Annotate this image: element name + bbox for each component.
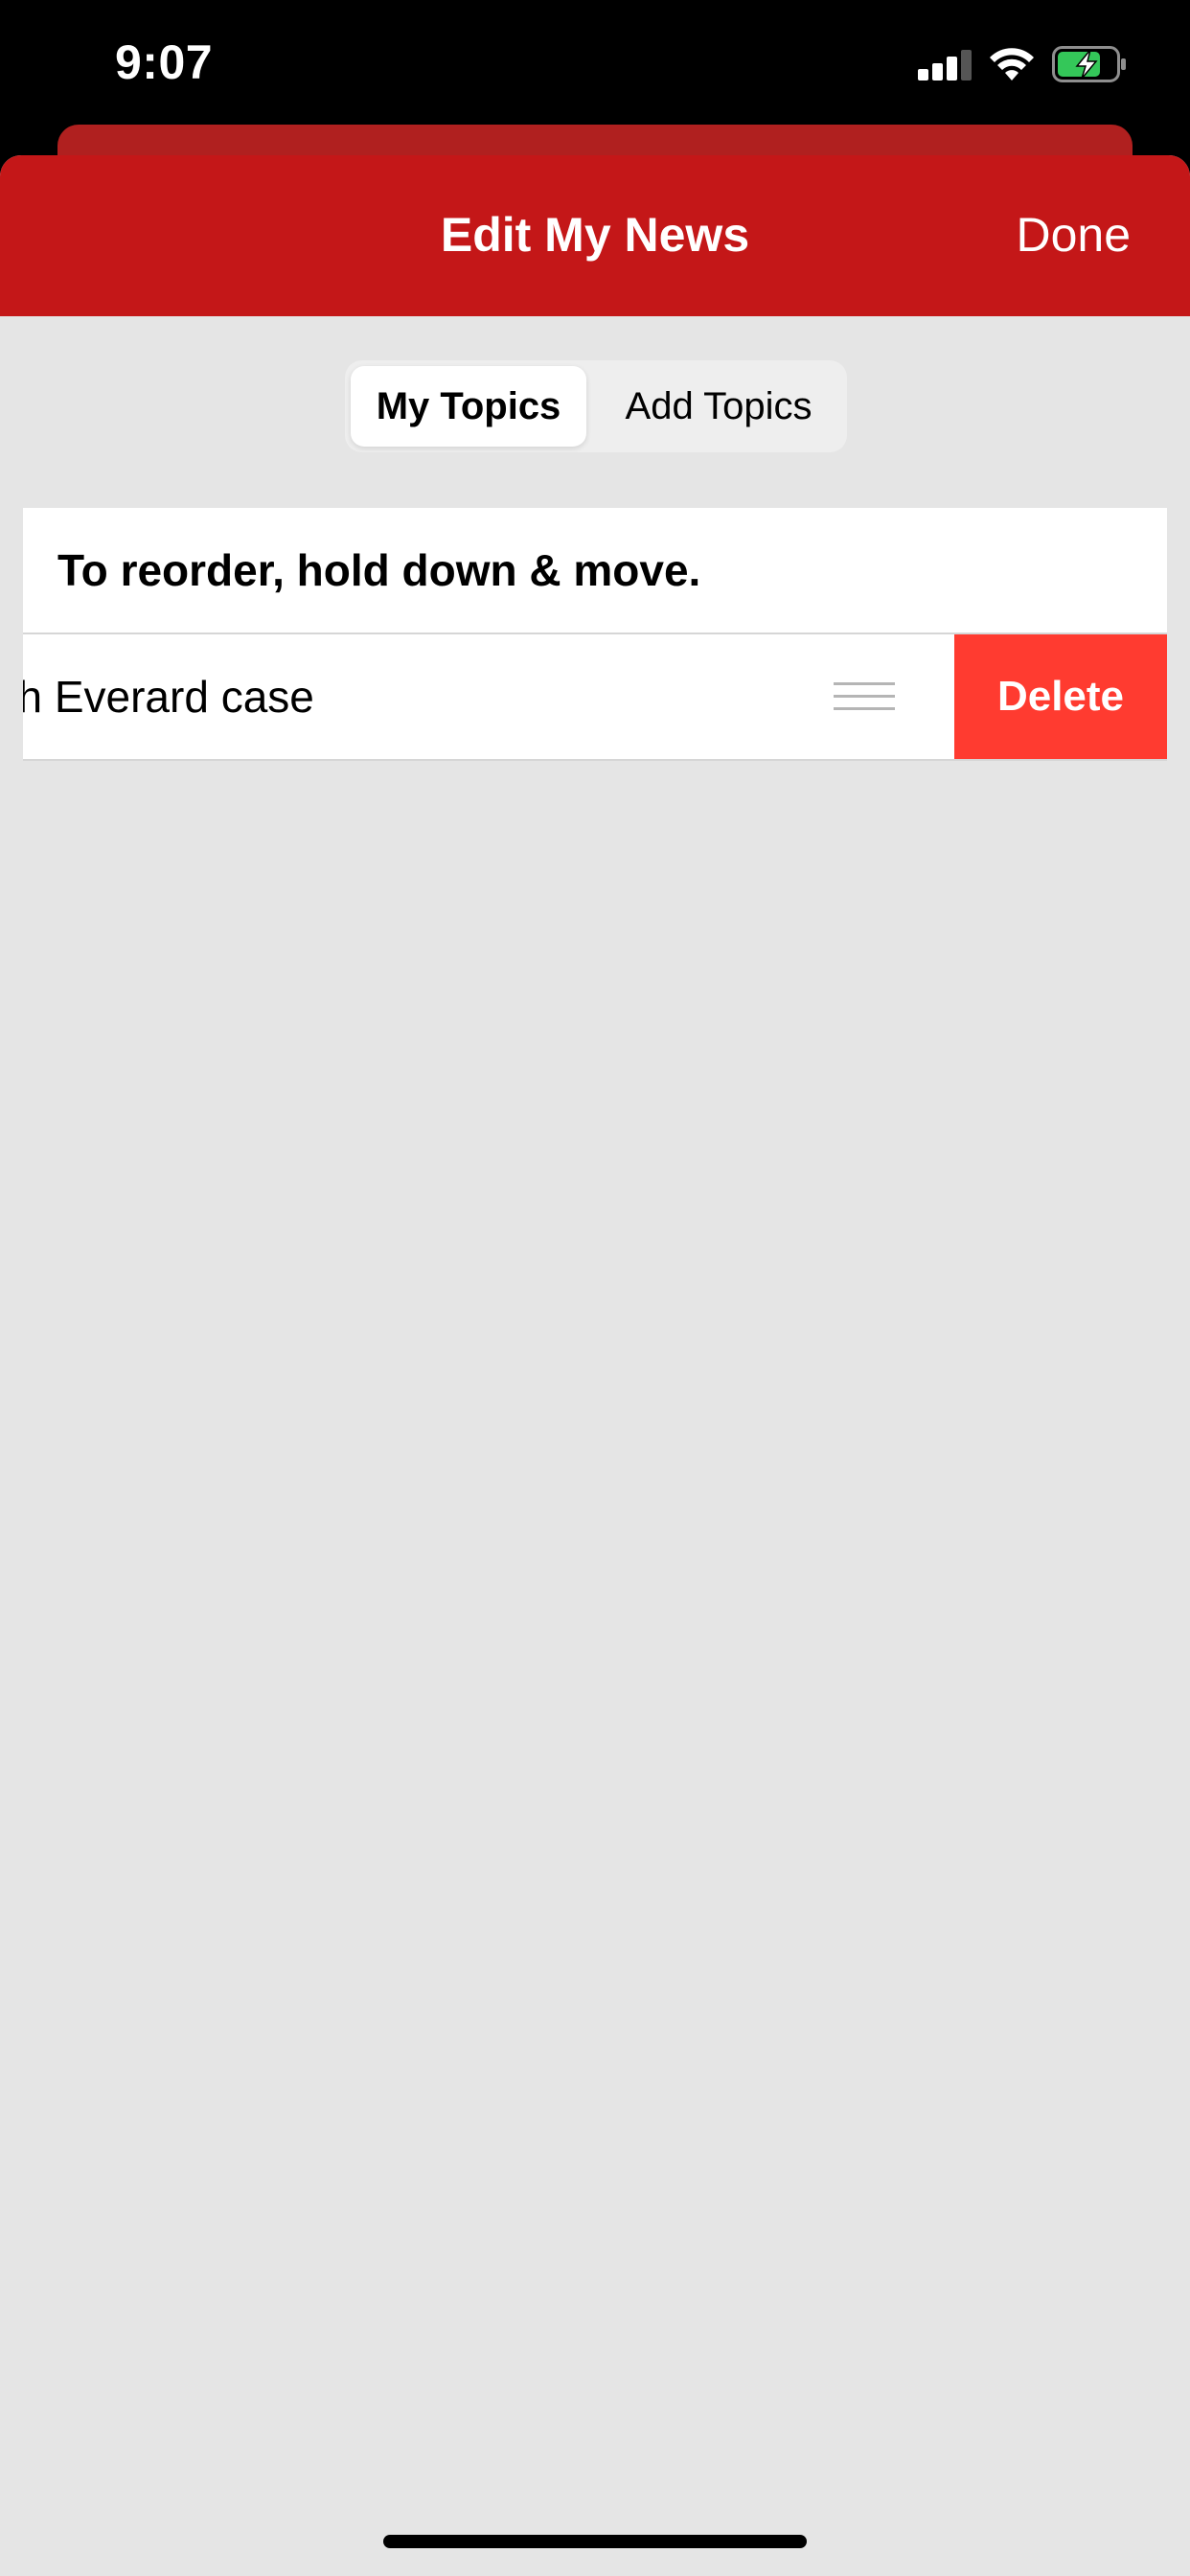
edit-my-news-sheet: Edit My News Done My Topics Add Topics T… [0, 155, 1190, 2576]
home-indicator[interactable] [383, 2535, 807, 2548]
wifi-icon [990, 48, 1034, 80]
list-item-content: arah Everard case [23, 634, 954, 759]
tab-my-topics[interactable]: My Topics [351, 366, 586, 447]
topics-segmented-control: My Topics Add Topics [345, 360, 847, 452]
cellular-signal-icon [918, 50, 972, 80]
done-button[interactable]: Done [1016, 207, 1131, 263]
status-bar: 9:07 [0, 0, 1190, 126]
reorder-instructions: To reorder, hold down & move. [23, 508, 1167, 634]
reorder-handle-icon[interactable] [834, 682, 895, 711]
tab-add-topics[interactable]: Add Topics [596, 366, 841, 447]
navigation-bar: Edit My News Done [0, 155, 1190, 316]
delete-button[interactable]: Delete [954, 634, 1167, 759]
list-item[interactable]: arah Everard case Delete [23, 634, 1167, 761]
topic-label: arah Everard case [23, 672, 314, 722]
page-title: Edit My News [440, 208, 750, 262]
topics-list: To reorder, hold down & move. arah Evera… [23, 508, 1167, 761]
battery-charging-icon [1052, 46, 1126, 82]
status-time: 9:07 [115, 35, 214, 89]
